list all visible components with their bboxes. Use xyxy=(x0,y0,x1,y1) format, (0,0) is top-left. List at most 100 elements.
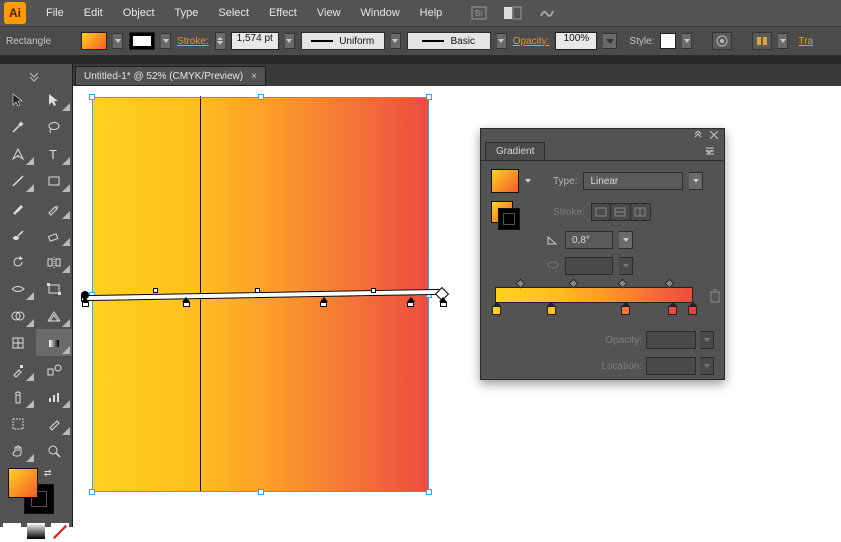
rotate-tool[interactable] xyxy=(0,248,36,275)
zoom-tool[interactable] xyxy=(36,437,72,464)
gradient-annotator-midpoint[interactable] xyxy=(371,288,376,293)
pen-tool[interactable] xyxy=(0,140,36,167)
panel-flyout-menu-icon[interactable] xyxy=(700,147,720,160)
gradient-annotator-midpoint[interactable] xyxy=(255,288,260,293)
menu-window[interactable]: Window xyxy=(351,0,410,26)
gradient-ramp[interactable] xyxy=(495,287,693,303)
menu-effect[interactable]: Effect xyxy=(259,0,307,26)
gradient-annotator-stop[interactable] xyxy=(320,297,328,307)
brush-definition-menu[interactable] xyxy=(497,33,507,49)
stroke-profile-dropdown[interactable]: Uniform xyxy=(301,32,385,50)
gradient-type-dropdown[interactable]: Linear xyxy=(583,172,683,190)
ramp-color-stop[interactable] xyxy=(668,302,677,315)
mesh-tool[interactable] xyxy=(0,329,36,356)
selection-handle[interactable] xyxy=(426,489,432,495)
selection-handle[interactable] xyxy=(258,489,264,495)
menu-edit[interactable]: Edit xyxy=(74,0,113,26)
stroke-swatch-menu[interactable] xyxy=(161,33,171,49)
panel-tab-gradient[interactable]: Gradient xyxy=(485,142,545,160)
gradient-annotator-bar[interactable] xyxy=(81,289,443,301)
selection-handle[interactable] xyxy=(89,489,95,495)
slice-tool[interactable] xyxy=(36,410,72,437)
line-segment-tool[interactable] xyxy=(0,167,36,194)
ramp-color-stop[interactable] xyxy=(688,302,697,315)
menu-view[interactable]: View xyxy=(307,0,351,26)
close-tab-icon[interactable]: × xyxy=(251,71,257,82)
arrange-documents-icon[interactable] xyxy=(502,3,524,23)
canvas[interactable] xyxy=(73,86,841,527)
stroke-weight-stepper[interactable] xyxy=(215,32,225,50)
eyedropper-tool[interactable] xyxy=(0,356,36,383)
blend-tool[interactable] xyxy=(36,356,72,383)
gradient-angle-input[interactable]: 0,8° xyxy=(565,231,613,249)
ramp-midpoint[interactable] xyxy=(569,279,579,289)
ramp-midpoint[interactable] xyxy=(516,279,526,289)
stroke-swatch[interactable] xyxy=(129,32,155,50)
perspective-grid-tool[interactable] xyxy=(36,302,72,329)
align-panel-menu[interactable] xyxy=(778,33,788,49)
gpu-preview-icon[interactable] xyxy=(536,3,558,23)
rectangle-tool[interactable] xyxy=(36,167,72,194)
gradient-panel[interactable]: Gradient Type: Linear Stroke: 0,8° xyxy=(480,128,725,380)
fill-color-box[interactable] xyxy=(8,468,38,498)
gradient-annotator[interactable] xyxy=(81,286,443,308)
fill-stroke-indicator[interactable]: ⇄ xyxy=(0,464,72,520)
menu-object[interactable]: Object xyxy=(113,0,165,26)
paintbrush-tool[interactable] xyxy=(0,194,36,221)
toolbox-header[interactable] xyxy=(0,64,73,86)
bridge-icon[interactable]: Br xyxy=(468,3,490,23)
free-transform-tool[interactable] xyxy=(36,275,72,302)
ramp-color-stop[interactable] xyxy=(492,302,501,315)
selection-handle[interactable] xyxy=(89,94,95,100)
blob-brush-tool[interactable] xyxy=(0,221,36,248)
lasso-tool[interactable] xyxy=(36,113,72,140)
hand-tool[interactable] xyxy=(0,437,36,464)
gradient-stroke-swatch[interactable] xyxy=(491,201,513,223)
stroke-grad-across[interactable] xyxy=(631,203,651,221)
color-mode-none[interactable] xyxy=(51,523,69,539)
graphic-style-menu[interactable] xyxy=(682,33,692,49)
selection-handle[interactable] xyxy=(258,94,264,100)
opacity-input[interactable]: 100% xyxy=(555,32,597,50)
fill-swatch[interactable] xyxy=(81,32,107,50)
gradient-annotator-stop[interactable] xyxy=(407,297,415,307)
selection-tool[interactable] xyxy=(0,86,36,113)
stroke-weight-label[interactable]: Stroke: xyxy=(177,36,209,47)
artboard-tool[interactable] xyxy=(0,410,36,437)
stroke-grad-within[interactable] xyxy=(591,203,611,221)
swap-fill-stroke-icon[interactable]: ⇄ xyxy=(44,468,52,479)
graphic-style-swatch[interactable] xyxy=(660,33,676,49)
gradient-annotator-stop[interactable] xyxy=(81,297,89,307)
fill-swatch-menu[interactable] xyxy=(113,33,123,49)
width-tool[interactable] xyxy=(0,275,36,302)
stroke-weight-menu[interactable] xyxy=(285,33,295,49)
stroke-profile-menu[interactable] xyxy=(391,33,401,49)
delete-stop-icon[interactable] xyxy=(709,289,721,305)
menu-file[interactable]: File xyxy=(36,0,74,26)
recolor-artwork-icon[interactable] xyxy=(712,32,732,50)
gradient-tool[interactable] xyxy=(36,329,72,356)
menu-help[interactable]: Help xyxy=(410,0,453,26)
ramp-midpoint[interactable] xyxy=(665,279,675,289)
collapse-panel-icon[interactable] xyxy=(692,130,704,140)
type-tool[interactable]: T xyxy=(36,140,72,167)
gradient-annotator-midpoint[interactable] xyxy=(153,288,158,293)
color-mode-gradient[interactable] xyxy=(27,523,45,539)
magic-wand-tool[interactable] xyxy=(0,113,36,140)
stroke-weight-input[interactable]: 1,574 pt xyxy=(231,32,279,50)
transform-label[interactable]: Tra xyxy=(798,36,813,47)
color-mode-solid[interactable] xyxy=(3,523,21,539)
shape-builder-tool[interactable] xyxy=(0,302,36,329)
gradient-annotator-stop[interactable] xyxy=(182,297,190,307)
menu-type[interactable]: Type xyxy=(165,0,209,26)
gradient-annotator-stop[interactable] xyxy=(439,297,447,307)
gradient-fill-swatch[interactable] xyxy=(491,169,519,193)
eraser-tool[interactable] xyxy=(36,221,72,248)
gradient-angle-menu[interactable] xyxy=(619,231,633,249)
gradient-type-menu[interactable] xyxy=(689,172,703,190)
direct-selection-tool[interactable] xyxy=(36,86,72,113)
pencil-tool[interactable] xyxy=(36,194,72,221)
brush-definition-dropdown[interactable]: Basic xyxy=(407,32,491,50)
selection-handle[interactable] xyxy=(426,94,432,100)
document-tab[interactable]: Untitled-1* @ 52% (CMYK/Preview) × xyxy=(75,66,266,86)
